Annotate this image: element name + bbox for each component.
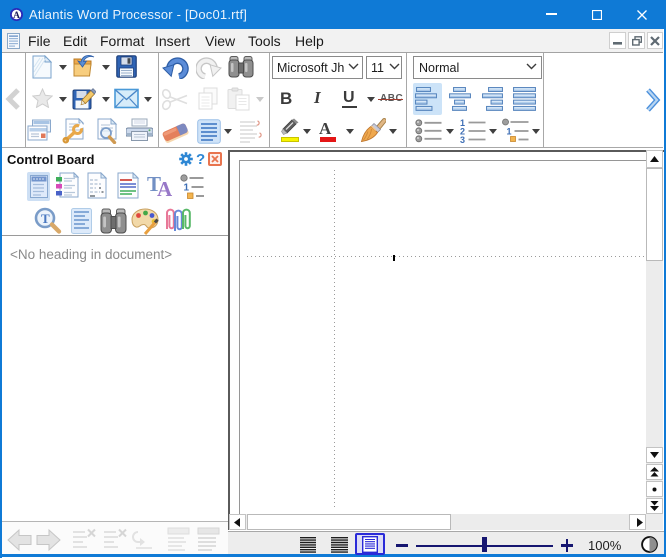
svg-text:T: T [41, 211, 50, 226]
svg-text:1: 1 [184, 183, 190, 194]
svg-text:3: 3 [460, 135, 465, 143]
svg-text:A: A [13, 11, 20, 21]
svg-text:1: 1 [507, 127, 512, 137]
